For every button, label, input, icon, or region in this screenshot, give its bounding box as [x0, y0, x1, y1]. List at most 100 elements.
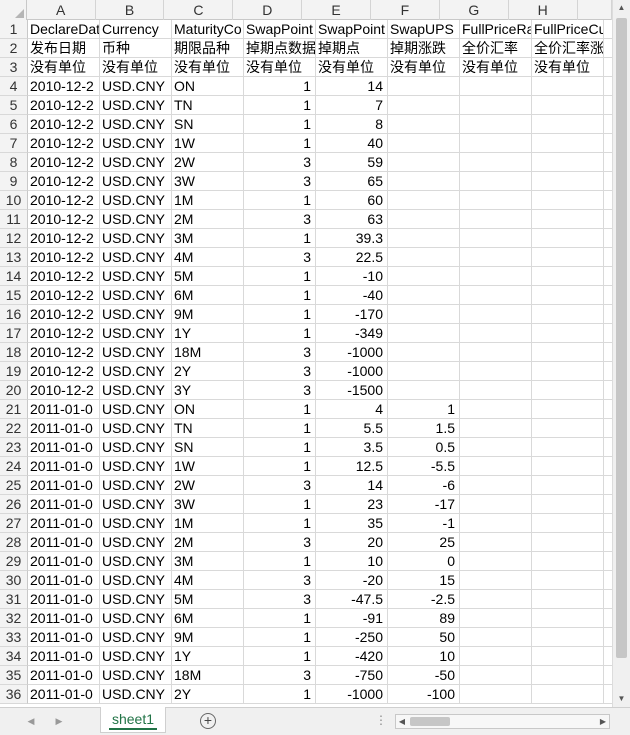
cell-g33[interactable] [460, 628, 532, 647]
cell-b3[interactable]: 没有单位 [100, 58, 172, 77]
column-header-e[interactable]: E [302, 0, 372, 20]
cell-f6[interactable] [388, 115, 460, 134]
scroll-left-icon[interactable]: ◀ [396, 715, 408, 728]
cell-e14[interactable]: -10 [316, 267, 388, 286]
cell-c11[interactable]: 2M [172, 210, 244, 229]
cell-e29[interactable]: 10 [316, 552, 388, 571]
cell-f20[interactable] [388, 381, 460, 400]
cell-e7[interactable]: 40 [316, 134, 388, 153]
cell-f22[interactable]: 1.5 [388, 419, 460, 438]
cell-g23[interactable] [460, 438, 532, 457]
cell-e26[interactable]: 23 [316, 495, 388, 514]
cell-h13[interactable] [532, 248, 604, 267]
cell-f28[interactable]: 25 [388, 533, 460, 552]
cell-g24[interactable] [460, 457, 532, 476]
cell-a34[interactable]: 2011-01-0 [28, 647, 100, 666]
cell-a1[interactable]: DeclareDat [28, 20, 100, 39]
cell-a21[interactable]: 2011-01-0 [28, 400, 100, 419]
cell-b7[interactable]: USD.CNY [100, 134, 172, 153]
cell-b9[interactable]: USD.CNY [100, 172, 172, 191]
cell-a23[interactable]: 2011-01-0 [28, 438, 100, 457]
cell-b15[interactable]: USD.CNY [100, 286, 172, 305]
cell-f25[interactable]: -6 [388, 476, 460, 495]
cell-a3[interactable]: 没有单位 [28, 58, 100, 77]
cell-c27[interactable]: 1M [172, 514, 244, 533]
cell-b21[interactable]: USD.CNY [100, 400, 172, 419]
cell-a2[interactable]: 发布日期 [28, 39, 100, 58]
cell-d17[interactable]: 1 [244, 324, 316, 343]
cell-f35[interactable]: -50 [388, 666, 460, 685]
cell-c12[interactable]: 3M [172, 229, 244, 248]
cell-c32[interactable]: 6M [172, 609, 244, 628]
cell-partial[interactable] [604, 628, 612, 647]
cell-d25[interactable]: 3 [244, 476, 316, 495]
cell-c25[interactable]: 2W [172, 476, 244, 495]
cell-g12[interactable] [460, 229, 532, 248]
row-header[interactable]: 25 [0, 476, 28, 495]
cell-e11[interactable]: 63 [316, 210, 388, 229]
cell-partial[interactable] [604, 134, 612, 153]
row-header[interactable]: 33 [0, 628, 28, 647]
cell-e30[interactable]: -20 [316, 571, 388, 590]
cell-h24[interactable] [532, 457, 604, 476]
cell-f10[interactable] [388, 191, 460, 210]
cell-g6[interactable] [460, 115, 532, 134]
cell-d1[interactable]: SwapPoint [244, 20, 316, 39]
cell-e31[interactable]: -47.5 [316, 590, 388, 609]
cell-a12[interactable]: 2010-12-2 [28, 229, 100, 248]
cell-c36[interactable]: 2Y [172, 685, 244, 704]
cell-a25[interactable]: 2011-01-0 [28, 476, 100, 495]
cell-g10[interactable] [460, 191, 532, 210]
cell-e16[interactable]: -170 [316, 305, 388, 324]
cell-h5[interactable] [532, 96, 604, 115]
cell-a24[interactable]: 2011-01-0 [28, 457, 100, 476]
cell-d15[interactable]: 1 [244, 286, 316, 305]
cell-f14[interactable] [388, 267, 460, 286]
cell-a16[interactable]: 2010-12-2 [28, 305, 100, 324]
cell-g14[interactable] [460, 267, 532, 286]
scroll-up-icon[interactable]: ▲ [613, 0, 630, 16]
row-header[interactable]: 8 [0, 153, 28, 172]
cell-g4[interactable] [460, 77, 532, 96]
cell-e27[interactable]: 35 [316, 514, 388, 533]
cell-e22[interactable]: 5.5 [316, 419, 388, 438]
cell-g17[interactable] [460, 324, 532, 343]
cell-e3[interactable]: 没有单位 [316, 58, 388, 77]
cell-c29[interactable]: 3M [172, 552, 244, 571]
cell-b18[interactable]: USD.CNY [100, 343, 172, 362]
cell-h7[interactable] [532, 134, 604, 153]
cell-d13[interactable]: 3 [244, 248, 316, 267]
row-header[interactable]: 23 [0, 438, 28, 457]
select-all-corner[interactable] [0, 0, 27, 20]
cell-f3[interactable]: 没有单位 [388, 58, 460, 77]
cell-c19[interactable]: 2Y [172, 362, 244, 381]
cell-f33[interactable]: 50 [388, 628, 460, 647]
cell-partial[interactable] [604, 495, 612, 514]
cell-g36[interactable] [460, 685, 532, 704]
plus-circle-icon[interactable]: + [200, 713, 216, 729]
cell-g15[interactable] [460, 286, 532, 305]
cell-b1[interactable]: Currency [100, 20, 172, 39]
cell-partial[interactable] [604, 533, 612, 552]
cell-a18[interactable]: 2010-12-2 [28, 343, 100, 362]
cell-b28[interactable]: USD.CNY [100, 533, 172, 552]
cell-g29[interactable] [460, 552, 532, 571]
cell-b16[interactable]: USD.CNY [100, 305, 172, 324]
cell-a28[interactable]: 2011-01-0 [28, 533, 100, 552]
cell-partial[interactable] [604, 419, 612, 438]
row-header[interactable]: 31 [0, 590, 28, 609]
cell-f5[interactable] [388, 96, 460, 115]
cell-d28[interactable]: 3 [244, 533, 316, 552]
cell-a8[interactable]: 2010-12-2 [28, 153, 100, 172]
column-header-c[interactable]: C [164, 0, 234, 20]
cell-f23[interactable]: 0.5 [388, 438, 460, 457]
row-header[interactable]: 11 [0, 210, 28, 229]
cell-a14[interactable]: 2010-12-2 [28, 267, 100, 286]
cell-f30[interactable]: 15 [388, 571, 460, 590]
cell-h14[interactable] [532, 267, 604, 286]
cell-a4[interactable]: 2010-12-2 [28, 77, 100, 96]
cell-d11[interactable]: 3 [244, 210, 316, 229]
cell-g1[interactable]: FullPriceRa [460, 20, 532, 39]
cell-h26[interactable] [532, 495, 604, 514]
cell-d4[interactable]: 1 [244, 77, 316, 96]
